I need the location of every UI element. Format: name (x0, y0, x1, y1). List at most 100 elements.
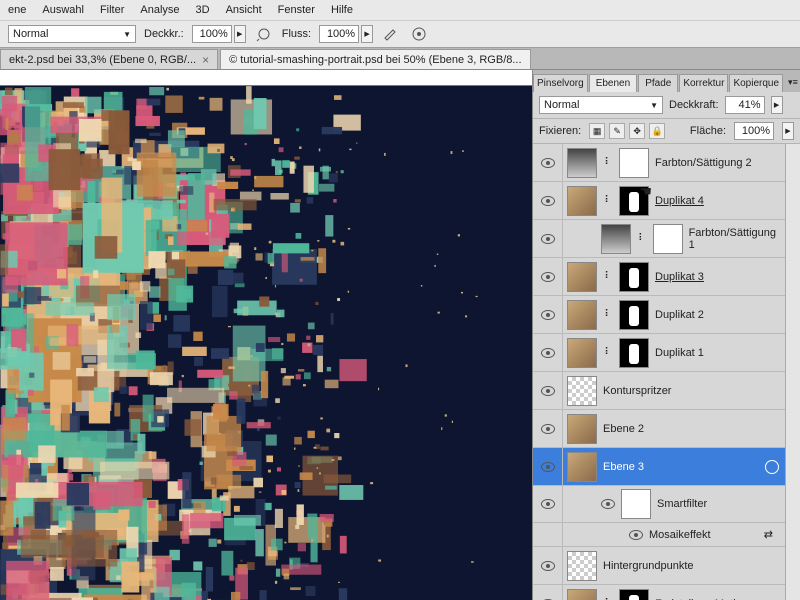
visibility-toggle[interactable] (533, 220, 563, 257)
menu-item[interactable]: Ansicht (226, 4, 262, 16)
lock-pixels-icon[interactable]: ✎ (609, 123, 625, 139)
layer-name[interactable]: Mosaikeffekt (649, 529, 711, 541)
menu-item[interactable]: Fenster (278, 4, 315, 16)
visibility-toggle[interactable] (533, 486, 563, 522)
mask-thumb[interactable] (619, 338, 649, 368)
layer-row[interactable]: ⠇Freistellung Motiv (533, 585, 785, 600)
menu-item[interactable]: Filter (100, 4, 124, 16)
visibility-toggle[interactable] (533, 448, 563, 485)
visibility-toggle[interactable] (533, 547, 563, 584)
layer-thumb[interactable] (567, 148, 597, 178)
filter-mask-thumb[interactable] (621, 489, 651, 519)
layer-row[interactable]: ⠇ ☚ Duplikat 4 (533, 182, 785, 220)
layer-name[interactable]: Duplikat 4 (655, 195, 704, 207)
link-icon[interactable]: ⠇ (603, 347, 613, 358)
layer-name[interactable]: Hintergrundpunkte (603, 560, 694, 572)
layer-row[interactable]: Ebene 3 (533, 448, 785, 486)
flow-input[interactable]: 100% (319, 25, 359, 43)
layer-thumb[interactable] (567, 414, 597, 444)
visibility-toggle[interactable] (533, 410, 563, 447)
layer-row[interactable]: ⠇ Farbton/Sättigung 1 (533, 220, 785, 258)
menu-item[interactable]: 3D (196, 4, 210, 16)
layer-row[interactable]: ⠇ Farbton/Sättigung 2 (533, 144, 785, 182)
layer-row[interactable]: ⠇ Duplikat 3 (533, 258, 785, 296)
fill-flyout[interactable]: ▶ (782, 122, 794, 140)
layer-row[interactable]: Hintergrundpunkte (533, 547, 785, 585)
layer-thumb[interactable] (567, 186, 597, 216)
layer-name[interactable]: Duplikat 1 (655, 347, 704, 359)
document-tab[interactable]: ekt-2.psd bei 33,3% (Ebene 0, RGB/... × (0, 49, 218, 69)
menu-item[interactable]: ene (8, 4, 26, 16)
layer-name[interactable]: Ebene 3 (603, 461, 644, 473)
layers-list[interactable]: ⠇ Farbton/Sättigung 2 ⠇ ☚ Duplikat 4 ⠇ Farbton… (533, 144, 785, 600)
visibility-toggle[interactable] (533, 372, 563, 409)
layer-thumb[interactable] (567, 262, 597, 292)
visibility-toggle[interactable] (533, 585, 563, 600)
lock-position-icon[interactable]: ✥ (629, 123, 645, 139)
layer-thumb[interactable] (567, 376, 597, 406)
menu-item[interactable]: Hilfe (331, 4, 353, 16)
document-tab[interactable]: © tutorial-smashing-portrait.psd bei 50%… (220, 49, 530, 69)
panel-tab-layers[interactable]: Ebenen (589, 74, 637, 92)
layer-name[interactable]: Konturspritzer (603, 385, 671, 397)
layer-thumb[interactable] (567, 300, 597, 330)
layer-row[interactable]: ⠇ Duplikat 1 (533, 334, 785, 372)
ruler-horizontal[interactable] (0, 70, 532, 86)
layer-row[interactable]: Ebene 2 (533, 410, 785, 448)
menu-item[interactable]: Auswahl (42, 4, 84, 16)
blend-mode-select[interactable]: Normal ▼ (8, 25, 136, 43)
visibility-toggle[interactable] (533, 144, 563, 181)
layer-thumb[interactable] (567, 589, 597, 600)
mask-thumb[interactable] (619, 148, 649, 178)
panel-tab[interactable]: Pfade (638, 74, 678, 92)
lock-all-icon[interactable]: 🔒 (649, 123, 665, 139)
layer-name[interactable]: Farbton/Sättigung 1 (689, 227, 781, 251)
canvas-area[interactable] (0, 70, 532, 600)
layer-thumb[interactable] (567, 338, 597, 368)
layer-name[interactable]: Ebene 2 (603, 423, 644, 435)
layer-thumb[interactable] (567, 551, 597, 581)
layer-opacity-input[interactable]: 41% (725, 96, 765, 114)
mask-thumb[interactable] (619, 262, 649, 292)
layer-blend-select[interactable]: Normal ▼ (539, 96, 663, 114)
layer-row[interactable]: ⠇ Duplikat 2 (533, 296, 785, 334)
link-icon[interactable]: ⠇ (603, 157, 613, 168)
opacity-flyout[interactable]: ▶ (771, 96, 783, 114)
layer-thumb[interactable] (567, 452, 597, 482)
layer-name[interactable]: Duplikat 2 (655, 309, 704, 321)
link-icon[interactable]: ⠇ (603, 195, 613, 206)
layer-row[interactable]: Konturspritzer (533, 372, 785, 410)
close-icon[interactable]: × (202, 53, 209, 67)
mask-thumb[interactable] (653, 224, 683, 254)
panel-menu-icon[interactable]: ▾≡ (784, 73, 800, 92)
opacity-flyout[interactable]: ▶ (234, 25, 246, 43)
airbrush-icon[interactable] (254, 24, 274, 44)
layer-name[interactable]: Smartfilter (657, 498, 707, 510)
panel-tab[interactable]: Kopierque (729, 74, 783, 92)
scrollbar[interactable] (785, 144, 800, 600)
visibility-toggle[interactable] (533, 182, 563, 219)
visibility-toggle[interactable] (533, 334, 563, 371)
link-icon[interactable]: ⠇ (603, 309, 613, 320)
mask-thumb[interactable]: ☚ (619, 186, 649, 216)
layer-thumb[interactable] (601, 224, 631, 254)
filter-options-icon[interactable]: ⇄ (764, 528, 773, 541)
mask-thumb[interactable] (619, 300, 649, 330)
layer-row[interactable]: Smartfilter (533, 486, 785, 523)
link-icon[interactable]: ⠇ (637, 233, 647, 244)
visibility-toggle[interactable] (533, 296, 563, 333)
flow-flyout[interactable]: ▶ (361, 25, 373, 43)
panel-tab[interactable]: Pinselvorg (533, 74, 588, 92)
mask-thumb[interactable] (619, 589, 649, 600)
visibility-toggle[interactable] (533, 523, 563, 546)
opacity-input[interactable]: 100% (192, 25, 232, 43)
layer-name[interactable]: Duplikat 3 (655, 271, 704, 283)
fill-input[interactable]: 100% (734, 122, 774, 140)
layer-name[interactable]: Farbton/Sättigung 2 (655, 157, 752, 169)
tablet-opacity-icon[interactable] (409, 24, 429, 44)
menu-item[interactable]: Analyse (140, 4, 179, 16)
panel-tab[interactable]: Korrektur (679, 74, 728, 92)
link-icon[interactable]: ⠇ (603, 271, 613, 282)
lock-transparency-icon[interactable]: ▦ (589, 123, 605, 139)
layer-row[interactable]: Mosaikeffekt ⇄ (533, 523, 785, 547)
